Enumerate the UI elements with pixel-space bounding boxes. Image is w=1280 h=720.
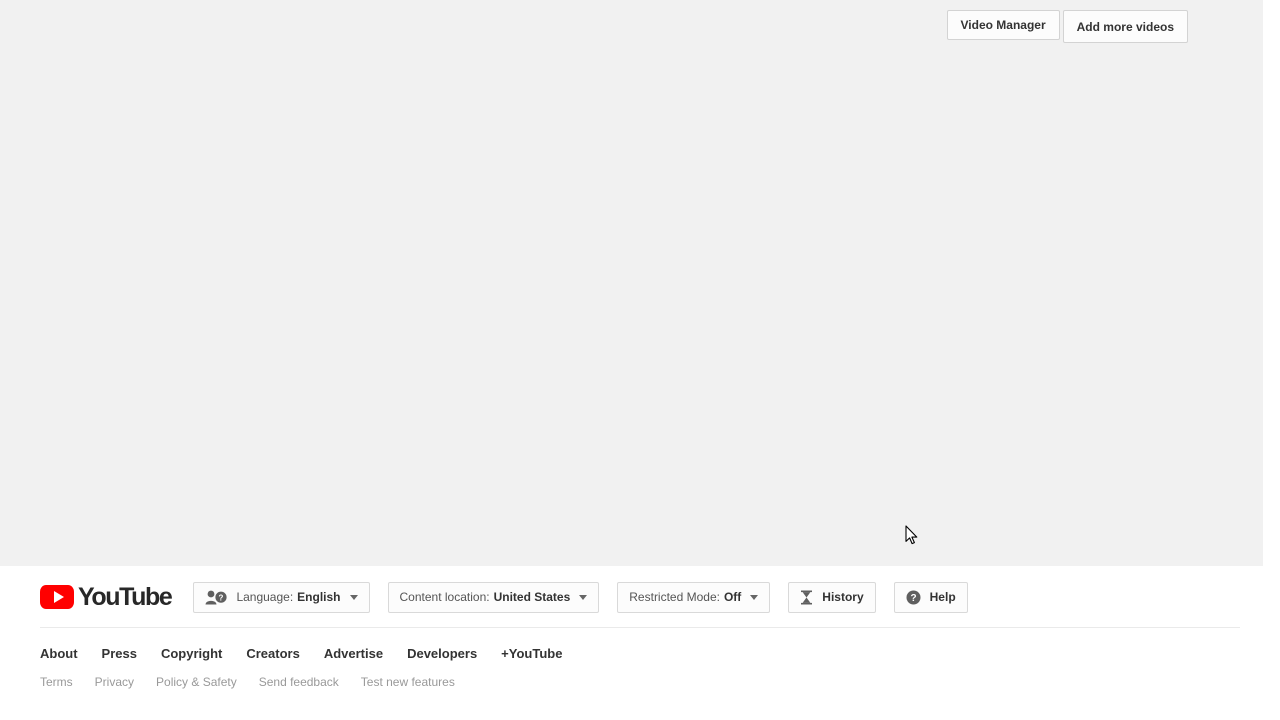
scrollbar-gutter[interactable] bbox=[1263, 0, 1280, 720]
footer-link-send-feedback[interactable]: Send feedback bbox=[259, 675, 339, 689]
content-location-label: Content location: bbox=[399, 590, 490, 604]
svg-text:?: ? bbox=[219, 593, 224, 602]
language-value: English bbox=[297, 590, 341, 604]
history-label: History bbox=[822, 590, 864, 604]
site-footer: YouTube ? Language: English Content loca… bbox=[0, 566, 1263, 720]
hourglass-icon bbox=[800, 590, 813, 605]
svg-text:?: ? bbox=[910, 593, 916, 604]
footer-settings-row: YouTube ? Language: English Content loca… bbox=[40, 580, 968, 614]
footer-primary-links: About Press Copyright Creators Advertise… bbox=[40, 646, 586, 661]
footer-link-developers[interactable]: Developers bbox=[407, 646, 477, 661]
page-container: Video Manager Add more videos YouTube ? … bbox=[0, 0, 1263, 720]
youtube-logo-text: YouTube bbox=[78, 582, 173, 611]
footer-link-creators[interactable]: Creators bbox=[246, 646, 299, 661]
history-button[interactable]: History bbox=[788, 581, 876, 613]
upload-main-area: Video Manager Add more videos bbox=[0, 0, 1263, 566]
youtube-logo[interactable]: YouTube bbox=[40, 582, 173, 612]
language-selector[interactable]: ? Language: English bbox=[193, 581, 370, 613]
content-location-selector[interactable]: Content location: United States bbox=[387, 581, 600, 613]
restricted-mode-selector[interactable]: Restricted Mode: Off bbox=[617, 581, 771, 613]
footer-link-test-new-features[interactable]: Test new features bbox=[361, 675, 455, 689]
question-circle-icon: ? bbox=[906, 590, 921, 605]
footer-link-press[interactable]: Press bbox=[102, 646, 137, 661]
footer-link-advertise[interactable]: Advertise bbox=[324, 646, 383, 661]
language-label: Language: bbox=[236, 590, 294, 604]
footer-link-terms[interactable]: Terms bbox=[40, 675, 73, 689]
top-action-buttons: Video Manager Add more videos bbox=[946, 10, 1188, 43]
video-manager-button[interactable]: Video Manager bbox=[946, 10, 1060, 40]
add-more-videos-button[interactable]: Add more videos bbox=[1062, 10, 1188, 43]
footer-link-plus-youtube[interactable]: +YouTube bbox=[501, 646, 562, 661]
content-location-value: United States bbox=[493, 590, 571, 604]
chevron-down-icon bbox=[750, 594, 759, 600]
chevron-down-icon bbox=[579, 594, 588, 600]
footer-link-about[interactable]: About bbox=[40, 646, 78, 661]
footer-secondary-links: Terms Privacy Policy & Safety Send feedb… bbox=[40, 675, 477, 689]
chevron-down-icon bbox=[349, 594, 358, 600]
youtube-play-icon bbox=[40, 585, 74, 609]
footer-link-copyright[interactable]: Copyright bbox=[161, 646, 222, 661]
footer-divider bbox=[40, 627, 1240, 628]
footer-link-policy-safety[interactable]: Policy & Safety bbox=[156, 675, 237, 689]
restricted-mode-label: Restricted Mode: bbox=[629, 590, 720, 604]
footer-link-privacy[interactable]: Privacy bbox=[95, 675, 134, 689]
restricted-mode-value: Off bbox=[723, 590, 742, 604]
help-button[interactable]: ? Help bbox=[893, 581, 968, 613]
help-label: Help bbox=[929, 590, 956, 604]
person-question-icon: ? bbox=[205, 590, 228, 605]
